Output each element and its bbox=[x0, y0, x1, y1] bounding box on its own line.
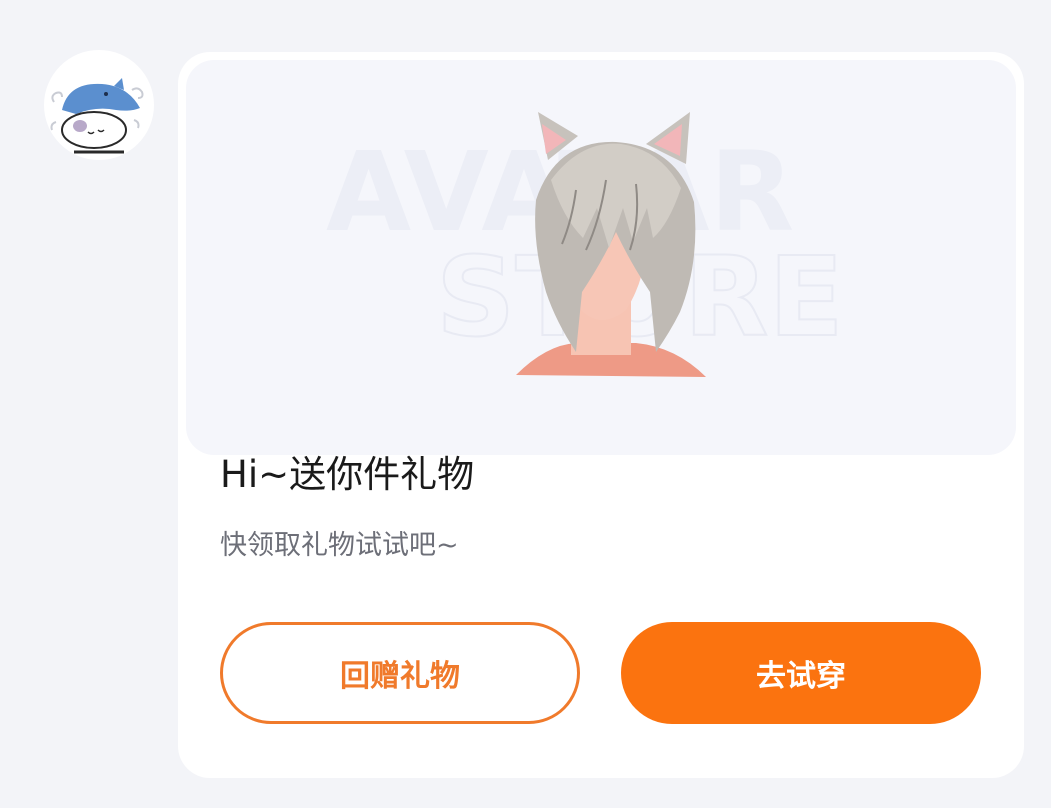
return-gift-button[interactable]: 回赠礼物 bbox=[220, 622, 580, 724]
shark-cat-avatar-icon bbox=[50, 78, 144, 154]
try-on-button[interactable]: 去试穿 bbox=[621, 622, 981, 724]
sender-avatar[interactable] bbox=[44, 50, 154, 160]
chat-message-area: AVATAR STORE bbox=[0, 0, 1051, 808]
gift-message-card: AVATAR STORE bbox=[178, 52, 1024, 778]
banner-artwork: AVATAR STORE bbox=[326, 112, 845, 377]
gift-title: Hi~送你件礼物 bbox=[220, 453, 475, 496]
gift-subtitle: 快领取礼物试试吧~ bbox=[220, 530, 459, 561]
gift-banner[interactable]: AVATAR STORE bbox=[186, 60, 1016, 455]
